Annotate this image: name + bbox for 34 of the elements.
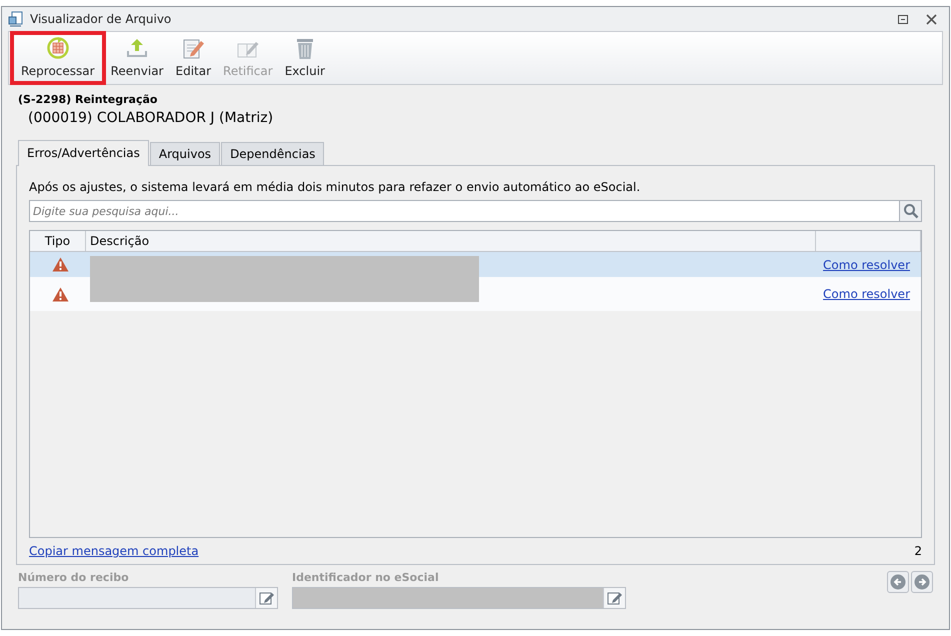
event-title: (S-2298) Reintegração [18,93,158,106]
upload-icon [125,36,150,60]
field-label: Identificador no eSocial [292,571,440,584]
tab[interactable]: Erros/Advertências [18,140,149,166]
next-button[interactable] [911,571,933,593]
table-row[interactable]: Como resolver [30,252,921,277]
copy-link[interactable]: Copiar mensagem completa [29,544,199,558]
help-link[interactable]: Como resolver [823,287,910,301]
edit-button[interactable] [255,588,277,608]
reprocess-icon [46,36,70,60]
warning-icon [52,286,68,302]
toolbar-button[interactable]: Excluir [278,32,331,84]
search-field[interactable]: Digite sua pesquisa aqui... [29,200,899,222]
previous-button[interactable] [887,571,909,593]
toolbar-button[interactable]: Reenviar [104,32,170,84]
redacted-field[interactable] [292,587,626,609]
window-title: Visualizador de Arquivo [30,12,172,26]
warning-icon [52,257,68,272]
field-label: Número do recibo [18,571,130,584]
toolbar-button[interactable]: Editar [170,32,218,84]
toolbar-button[interactable]: Reprocessar [11,32,105,84]
row-count: 2 [914,544,922,558]
edit-button[interactable] [603,588,625,608]
employee-name: (000019) COLABORADOR J (Matriz) [27,109,274,126]
search-button[interactable] [899,200,922,222]
help-link[interactable]: Como resolver [823,258,910,272]
app-icon [8,11,24,27]
table-row[interactable]: Como resolver [30,277,921,311]
tab[interactable]: Arquivos [150,142,220,165]
column-header: Descrição [86,231,816,251]
input-field[interactable] [18,587,278,609]
column-header: Tipo [30,231,86,251]
info-message: Após os ajustes, o sistema levará em média dois minutos para refazer o envio automático ao eSocial. [29,180,642,194]
tab[interactable]: Dependências [221,142,324,165]
